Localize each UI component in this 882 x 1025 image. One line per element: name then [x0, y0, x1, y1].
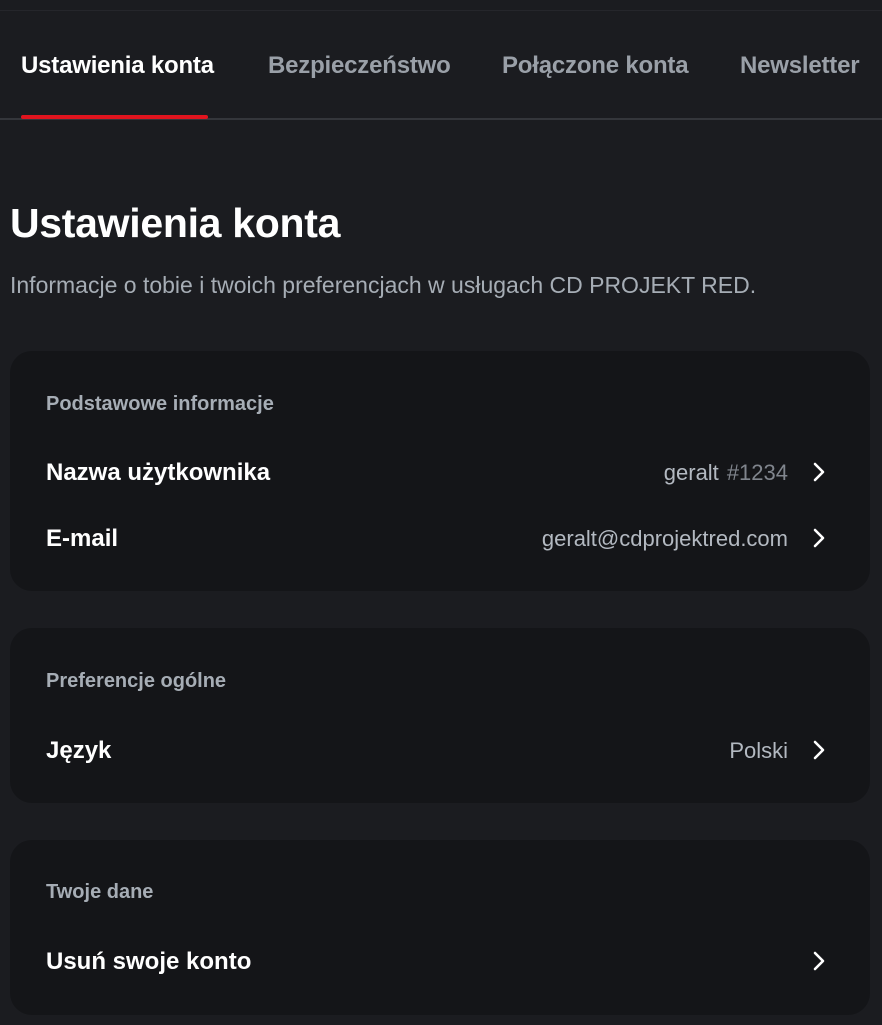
tab-account-settings[interactable]: Ustawienia konta [21, 52, 214, 80]
basic-info-card: Podstawowe informacje Nazwa użytkownika … [10, 351, 870, 591]
basic-info-heading: Podstawowe informacje [46, 393, 274, 415]
general-preferences-heading: Preferencje ogólne [46, 670, 227, 692]
tab-security[interactable]: Bezpieczeństwo [268, 52, 451, 80]
username-value: geralt #1234 [664, 460, 788, 486]
language-value: Polski [729, 738, 788, 763]
chevron-right-icon [808, 461, 830, 483]
page-subtitle: Informacje o tobie i twoich preferencjac… [10, 272, 757, 298]
your-data-card: Twoje dane Usuń swoje konto [10, 840, 870, 1015]
email-label: E-mail [46, 525, 119, 552]
chevron-right-icon [808, 739, 830, 761]
delete-account-row[interactable]: Usuń swoje konto [10, 941, 870, 981]
tab-newsletter[interactable]: Newsletter [740, 52, 860, 80]
username-row[interactable]: Nazwa użytkownika geralt #1234 [10, 452, 870, 492]
chevron-right-icon [808, 950, 830, 972]
settings-tabs: Ustawienia konta Bezpieczeństwo Połączon… [0, 0, 882, 120]
language-row[interactable]: Język Polski [10, 730, 870, 770]
your-data-heading: Twoje dane [46, 881, 154, 903]
username-text: geralt [663, 460, 719, 485]
tab-connected-accounts[interactable]: Połączone konta [502, 52, 689, 80]
delete-account-label: Usuń swoje konto [46, 948, 252, 975]
username-tag: #1234 [726, 460, 788, 485]
email-row[interactable]: E-mail geralt@cdprojektred.com [10, 518, 870, 558]
general-preferences-card: Preferencje ogólne Język Polski [10, 628, 870, 803]
chevron-right-icon [808, 527, 830, 549]
account-settings-page: Ustawienia konta Bezpieczeństwo Połączon… [0, 0, 882, 1025]
username-label: Nazwa użytkownika [46, 459, 271, 486]
active-tab-indicator [21, 115, 208, 119]
email-value: geralt@cdprojektred.com [541, 526, 788, 551]
language-label: Język [46, 737, 112, 764]
page-title: Ustawienia konta [10, 200, 341, 246]
